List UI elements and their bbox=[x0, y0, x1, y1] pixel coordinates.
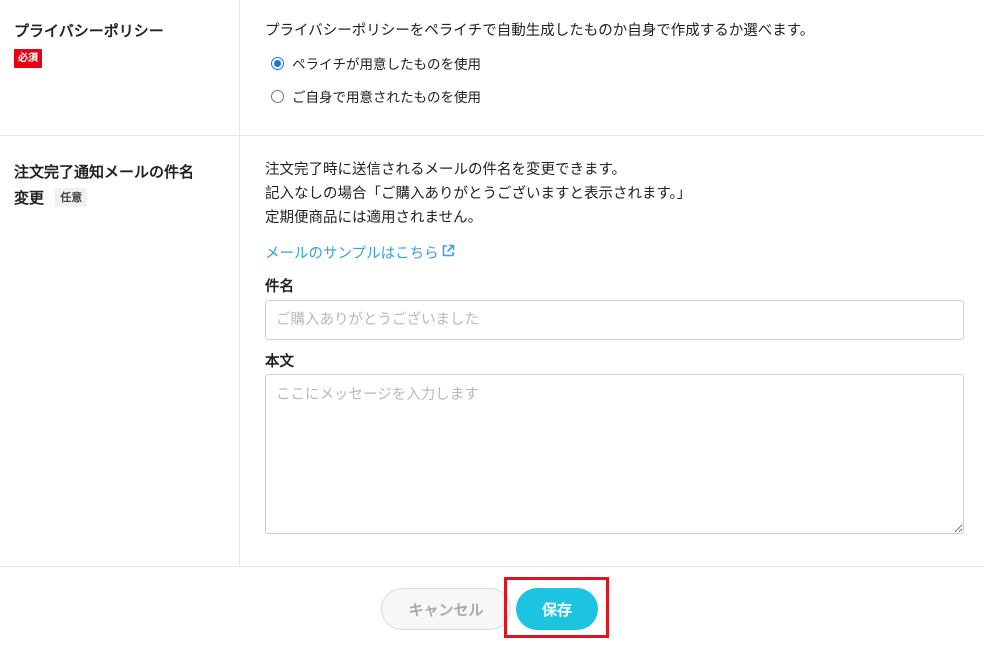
form-footer: キャンセル 保存 bbox=[0, 567, 984, 649]
body-field-label: 本文 bbox=[265, 354, 294, 370]
required-badge: 必須 bbox=[14, 49, 42, 68]
cancel-button[interactable]: キャンセル bbox=[381, 588, 511, 630]
radio-option-self[interactable]: ご自身で用意されたものを使用 bbox=[265, 85, 965, 107]
mail-sample-link[interactable]: メールのサンプルはこちら bbox=[265, 242, 455, 263]
radio-unselected-icon[interactable] bbox=[271, 89, 284, 103]
order-mail-desc-3: 定期便商品には適用されません。 bbox=[265, 210, 483, 226]
optional-badge: 任意 bbox=[55, 188, 88, 207]
column-divider bbox=[239, 0, 240, 566]
row-divider bbox=[0, 135, 984, 136]
radio-option-label: ペライチが用意したものを使用 bbox=[292, 57, 481, 73]
radio-selected-icon[interactable] bbox=[271, 56, 284, 70]
radio-option-label: ご自身で用意されたものを使用 bbox=[292, 90, 481, 106]
settings-page: プライバシーポリシー 必須 プライバシーポリシーをペライチで自動生成したものか自… bbox=[0, 0, 984, 649]
privacy-policy-radio-group: ペライチが用意したものを使用 ご自身で用意されたものを使用 bbox=[265, 52, 965, 107]
subject-input[interactable] bbox=[265, 300, 964, 340]
order-mail-label: 注文完了通知メールの件名 bbox=[14, 163, 195, 181]
privacy-policy-content: プライバシーポリシーをペライチで自動生成したものか自身で作成するか選べます。 ペ… bbox=[265, 19, 965, 107]
body-textarea[interactable] bbox=[265, 374, 964, 534]
subject-field-label: 件名 bbox=[265, 279, 294, 295]
order-mail-label-cont: 変更 bbox=[14, 189, 45, 207]
order-mail-desc-1: 注文完了時に送信されるメールの件名を変更できます。 bbox=[265, 162, 627, 178]
privacy-policy-label: プライバシーポリシー bbox=[14, 22, 164, 40]
order-mail-content: 注文完了時に送信されるメールの件名を変更できます。 記入なしの場合「ご購入ありが… bbox=[265, 158, 965, 534]
privacy-policy-label-block: プライバシーポリシー 必須 bbox=[14, 18, 229, 68]
privacy-policy-description: プライバシーポリシーをペライチで自動生成したものか自身で作成するか選べます。 bbox=[265, 23, 815, 39]
save-button[interactable]: 保存 bbox=[516, 588, 598, 630]
order-mail-label-block: 注文完了通知メールの件名 変更 任意 bbox=[14, 159, 229, 211]
radio-option-peraichi[interactable]: ペライチが用意したものを使用 bbox=[265, 52, 965, 74]
order-mail-desc-2: 記入なしの場合「ご購入ありがとうございますと表示されます。」 bbox=[265, 186, 692, 202]
external-link-icon bbox=[441, 244, 455, 262]
mail-sample-link-text: メールのサンプルはこちら bbox=[265, 246, 439, 262]
